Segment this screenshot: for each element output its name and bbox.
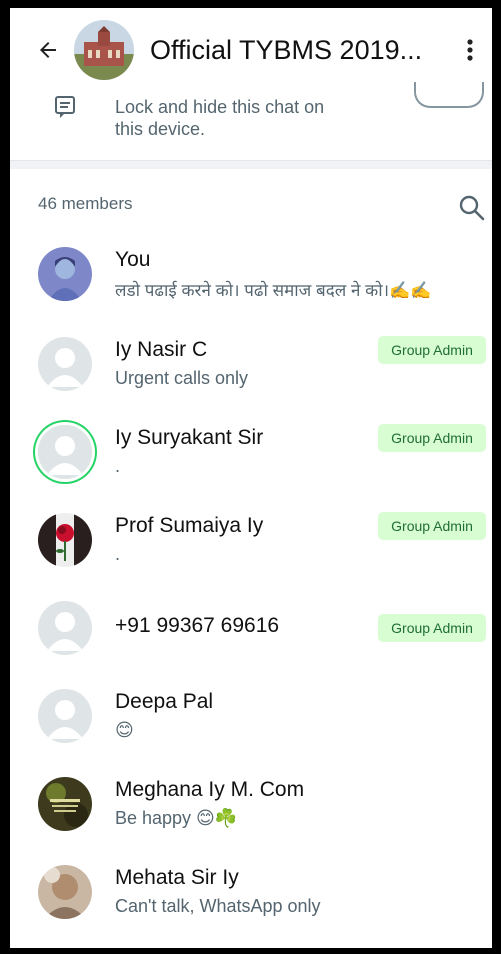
member-name: Iy Nasir C: [115, 338, 208, 361]
search-icon[interactable]: [458, 194, 486, 222]
member-name: Meghana Iy M. Com: [115, 778, 305, 801]
member-status: .: [115, 544, 121, 564]
member-status: 😊: [115, 720, 134, 740]
avatar-with-status-ring[interactable]: [38, 425, 92, 479]
group-admin-badge: Group Admin: [378, 614, 486, 642]
more-options-button[interactable]: [460, 38, 480, 62]
group-admin-badge: Group Admin: [378, 424, 486, 452]
member-row[interactable]: Mehata Sir Iy Can't talk, WhatsApp only: [10, 848, 492, 936]
member-row[interactable]: +91 99367 69616 Group Admin: [10, 584, 492, 672]
member-name: Iy Suryakant Sir: [115, 426, 264, 449]
group-title[interactable]: Official TYBMS 2019...: [150, 35, 450, 66]
group-avatar[interactable]: [74, 20, 134, 80]
member-status: लडो पढाई करने को। पढो समाज बदल ने को।✍️✍…: [115, 281, 432, 300]
member-name: Mehata Sir Iy: [115, 866, 239, 889]
avatar: [38, 601, 92, 655]
chat-lock-row[interactable]: Lock and hide this chat on this device.: [10, 82, 492, 160]
arrow-left-icon: [40, 42, 56, 58]
avatar: [38, 777, 92, 831]
avatar: [38, 513, 92, 567]
group-admin-badge: Group Admin: [378, 336, 486, 364]
member-name: You: [115, 248, 151, 271]
back-button[interactable]: [34, 36, 62, 64]
member-status: Can't talk, WhatsApp only: [115, 896, 321, 916]
chat-lock-toggle[interactable]: [414, 82, 484, 108]
app-bar: Official TYBMS 2019...: [10, 8, 492, 92]
member-name: Deepa Pal: [115, 690, 214, 713]
chat-lock-line1: Lock and hide this chat on: [115, 97, 325, 117]
avatar: [38, 247, 92, 301]
member-row[interactable]: You लडो पढाई करने को। पढो समाज बदल ने को…: [10, 230, 492, 318]
member-row[interactable]: Iy Nasir C Urgent calls only Group Admin: [10, 320, 492, 408]
lock-chat-icon: [55, 96, 75, 118]
avatar: [38, 865, 92, 919]
member-row[interactable]: Prof Sumaiya Iy . Group Admin: [10, 496, 492, 584]
member-status: .: [115, 456, 121, 476]
avatar: [38, 689, 92, 743]
member-row[interactable]: Deepa Pal 😊: [10, 672, 492, 760]
member-name: Prof Sumaiya Iy: [115, 514, 264, 537]
member-status: Be happy 😊☘️: [115, 808, 238, 828]
group-info-screen: Official TYBMS 2019... Lock and hide thi…: [10, 8, 492, 948]
member-status: Urgent calls only: [115, 368, 249, 388]
member-row[interactable]: Iy Suryakant Sir . Group Admin: [10, 408, 492, 496]
chat-lock-description: Lock and hide this chat on this device.: [115, 96, 324, 140]
members-header: 46 members: [10, 168, 492, 228]
member-row[interactable]: Meghana Iy M. Com Be happy 😊☘️: [10, 760, 492, 848]
chat-lock-line2: this device.: [115, 119, 206, 139]
member-name: +91 99367 69616: [115, 614, 280, 637]
group-admin-badge: Group Admin: [378, 512, 486, 540]
more-vert-icon: [467, 39, 473, 61]
avatar: [38, 337, 92, 391]
members-count: 46 members: [38, 194, 133, 213]
